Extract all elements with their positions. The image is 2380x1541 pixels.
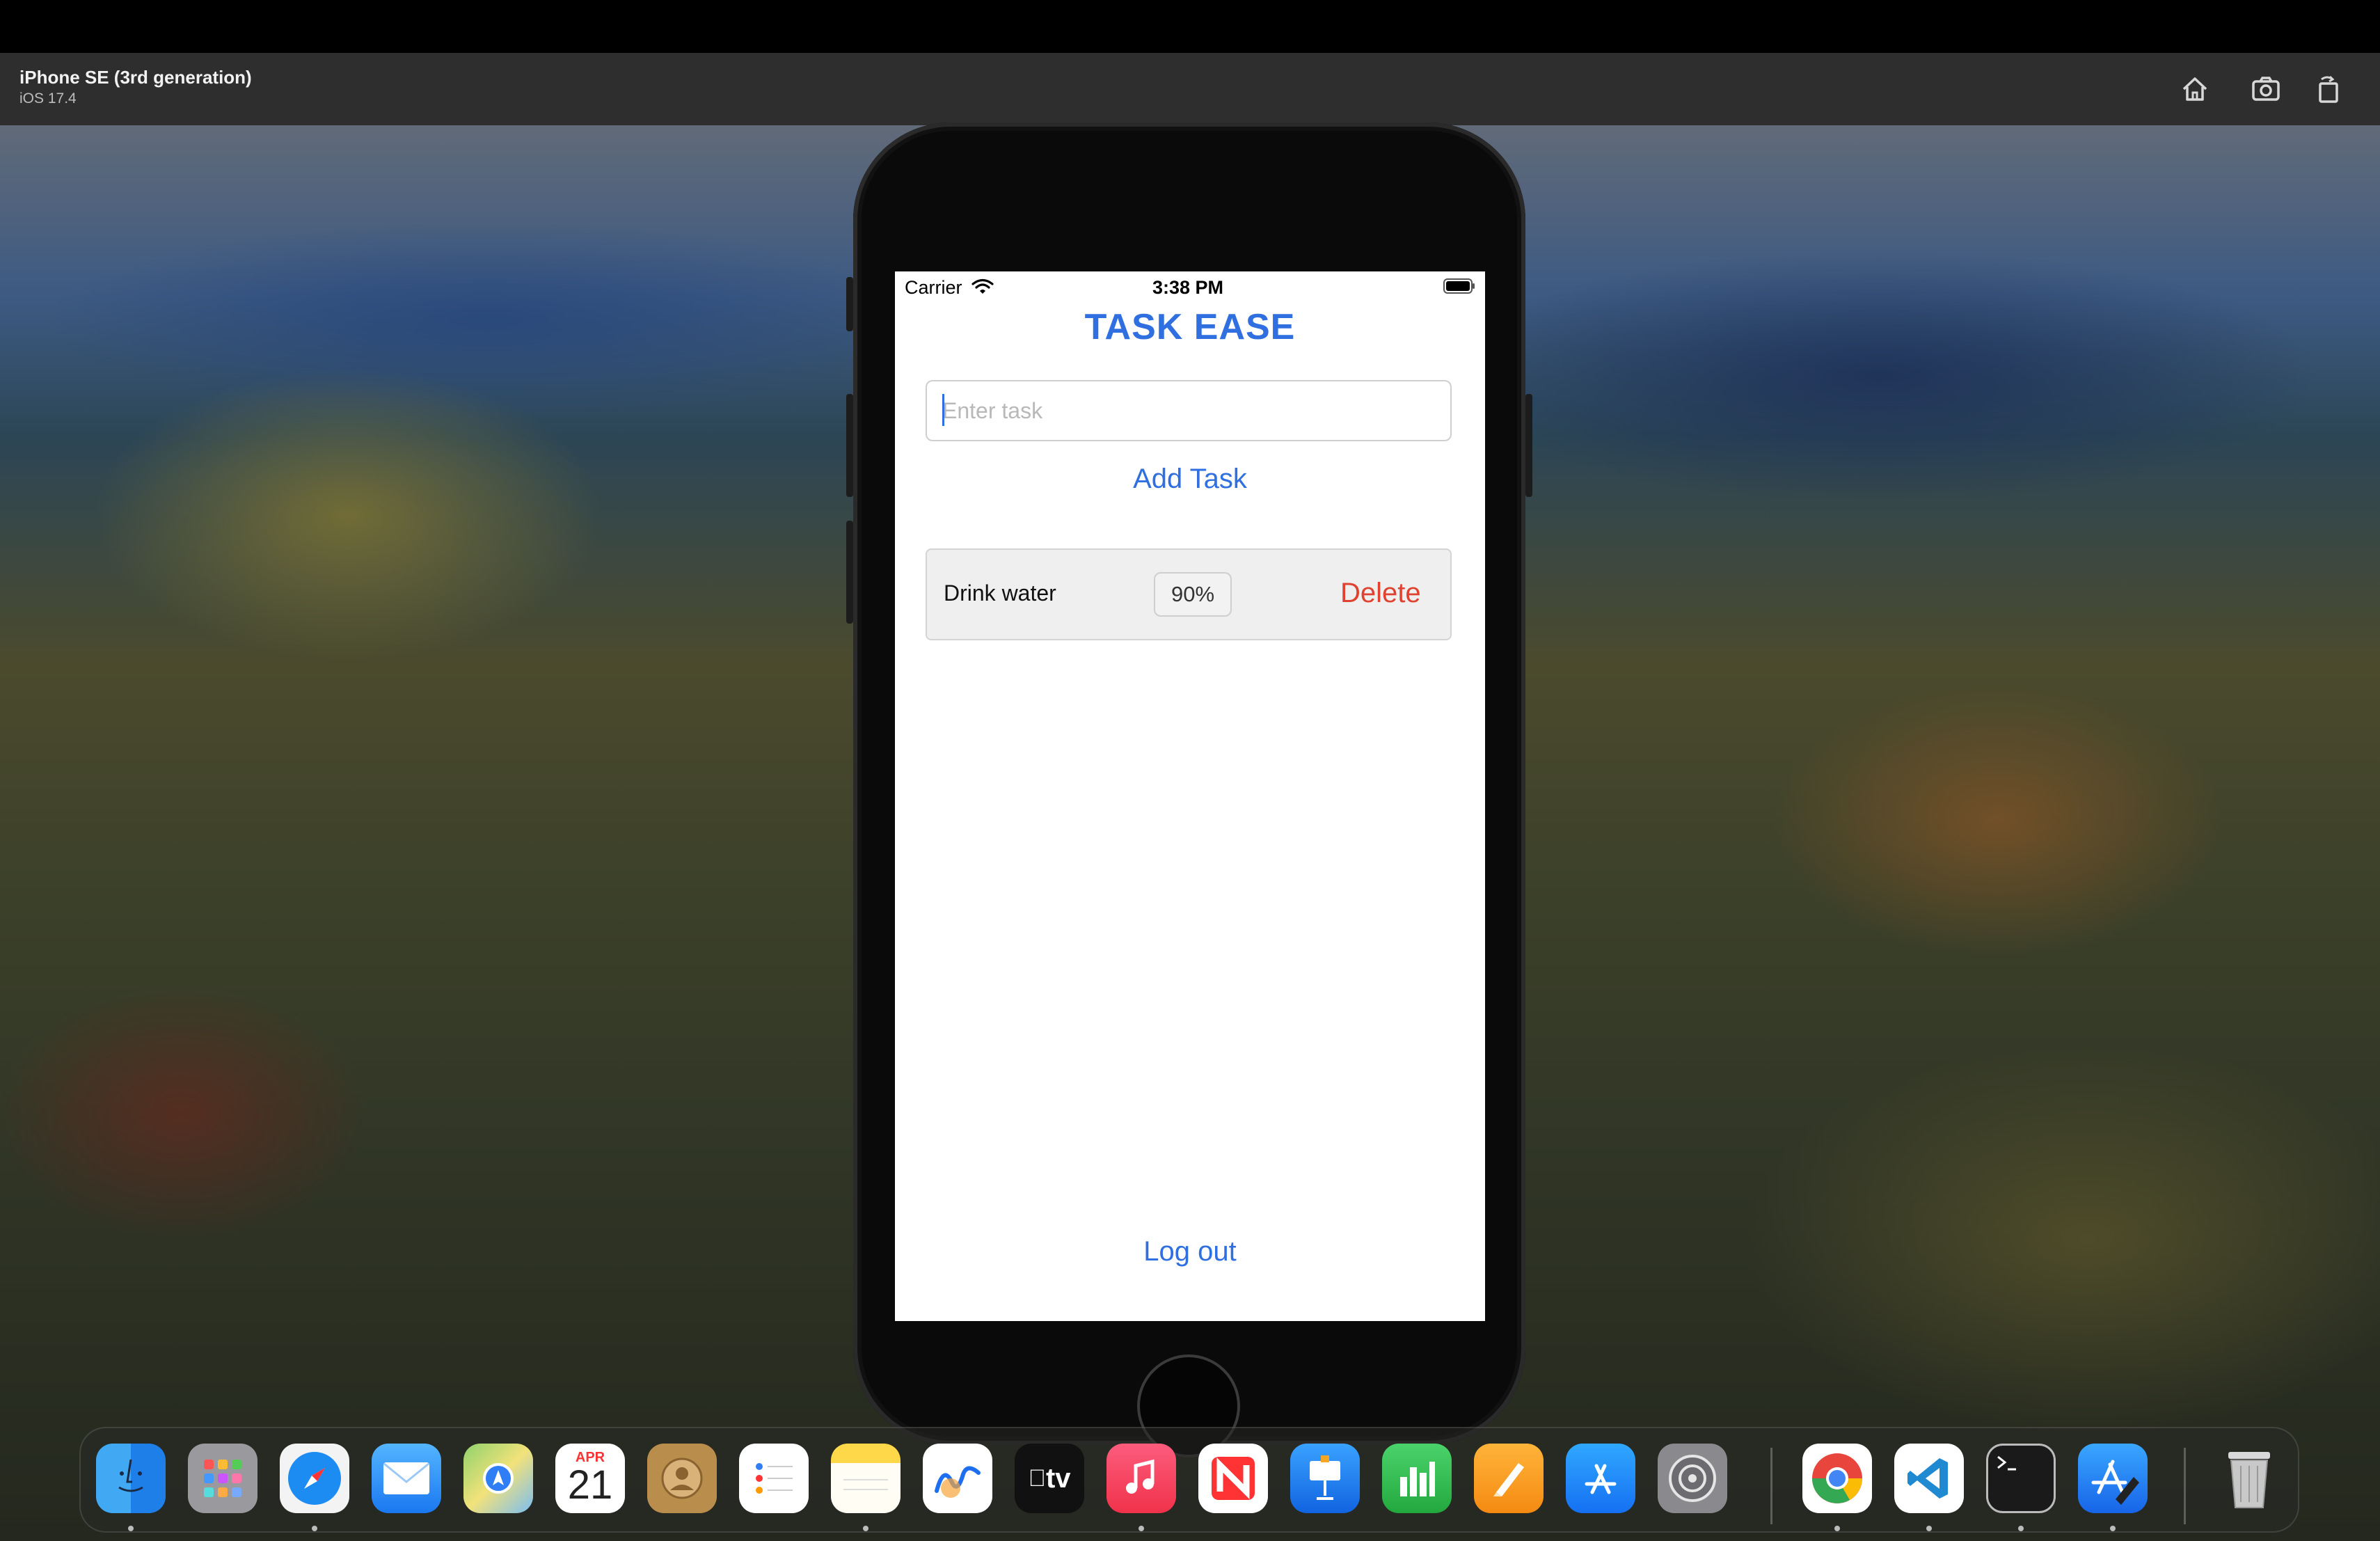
freeform-icon[interactable] — [923, 1444, 992, 1513]
tv-label: tv — [1037, 1462, 1071, 1494]
volume-down-button — [846, 521, 853, 624]
system-settings-icon[interactable] — [1658, 1444, 1727, 1513]
running-indicator — [1926, 1526, 1932, 1531]
wifi-icon — [971, 278, 994, 294]
calendar-day: 21 — [567, 1462, 613, 1508]
device-name: iPhone SE (3rd generation) — [19, 67, 252, 88]
app-store-icon[interactable] — [1566, 1444, 1635, 1513]
safari-icon[interactable] — [280, 1444, 349, 1513]
task-progress-field[interactable]: 90% — [1154, 572, 1232, 617]
battery-icon — [1443, 278, 1475, 294]
numbers-icon[interactable] — [1382, 1444, 1452, 1513]
task-input[interactable] — [926, 380, 1452, 441]
trash-icon[interactable] — [2214, 1444, 2284, 1513]
launchpad-icon[interactable] — [188, 1444, 257, 1513]
running-indicator — [128, 1526, 134, 1531]
running-indicator — [2110, 1526, 2116, 1531]
app-title: TASK EASE — [1084, 307, 1296, 347]
text-cursor — [942, 394, 944, 426]
mail-icon[interactable] — [372, 1444, 441, 1513]
pages-icon[interactable] — [1474, 1444, 1544, 1513]
add-task-button[interactable]: Add Task — [1086, 464, 1294, 501]
simulator-title-bar: iPhone SE (3rd generation) iOS 17.4 — [0, 53, 2380, 127]
calendar-icon[interactable]: APR 21 — [555, 1444, 625, 1513]
task-row: Drink water 90% Delete — [926, 548, 1452, 640]
maps-icon[interactable] — [463, 1444, 533, 1513]
apple-tv-icon[interactable]: tv — [1015, 1444, 1084, 1513]
running-indicator — [312, 1526, 317, 1531]
carrier-label: Carrier — [905, 277, 962, 298]
task-name: Drink water — [944, 580, 1056, 606]
reminders-icon[interactable] — [739, 1444, 809, 1513]
notes-icon[interactable] — [831, 1444, 901, 1513]
running-indicator — [1834, 1526, 1840, 1531]
chrome-icon[interactable] — [1802, 1444, 1872, 1513]
dock: APR 21 tv — [79, 1427, 2299, 1533]
os-version: iOS 17.4 — [19, 90, 77, 106]
power-button — [1525, 394, 1532, 497]
keynote-icon[interactable] — [1290, 1444, 1360, 1513]
contacts-icon[interactable] — [647, 1444, 717, 1513]
status-bar: Carrier 3:38 PM — [895, 271, 1485, 302]
status-time: 3:38 PM — [1152, 277, 1224, 298]
music-icon[interactable] — [1106, 1444, 1176, 1513]
delete-task-button[interactable]: Delete — [1340, 578, 1421, 609]
news-icon[interactable] — [1198, 1444, 1268, 1513]
logout-button[interactable]: Log out — [1086, 1236, 1294, 1267]
volume-up-button — [846, 394, 853, 497]
screenshot-icon[interactable] — [2249, 72, 2283, 106]
xcode-icon[interactable] — [2078, 1444, 2148, 1513]
app-screen: Carrier 3:38 PM TASK EASE Add Task Drink… — [895, 271, 1485, 1321]
terminal-icon[interactable] — [1986, 1444, 2056, 1513]
finder-icon[interactable] — [96, 1444, 166, 1513]
running-indicator — [863, 1526, 868, 1531]
running-indicator — [1139, 1526, 1144, 1531]
vscode-icon[interactable] — [1894, 1444, 1964, 1513]
menu-bar — [0, 0, 2380, 53]
home-icon[interactable] — [2178, 72, 2212, 106]
rotate-icon[interactable] — [2312, 72, 2345, 106]
mute-switch — [846, 277, 853, 331]
dock-separator — [1770, 1448, 1772, 1524]
running-indicator — [2018, 1526, 2024, 1531]
dock-separator — [2184, 1448, 2186, 1524]
